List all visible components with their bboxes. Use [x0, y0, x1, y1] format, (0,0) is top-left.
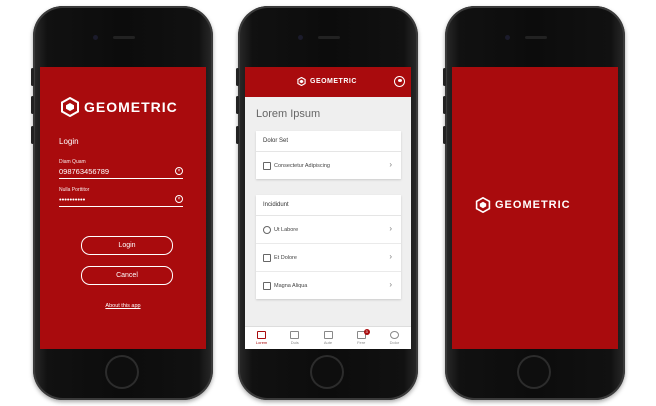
page-title: Lorem Ipsum [256, 108, 321, 120]
card-header: Dolor Set [256, 131, 401, 152]
tab-aute[interactable]: Aute [311, 327, 344, 349]
phone-home: GEOMETRIC Lorem Ipsum Dolor Set Consecte… [236, 6, 418, 400]
hexagon-logo-icon [475, 197, 491, 213]
cancel-button[interactable]: Cancel [81, 266, 173, 285]
brand-logo: GEOMETRIC [60, 97, 178, 117]
card-incididunt: Incididunt Ut Labore › Et Dolore › Magna… [256, 195, 401, 299]
home-button[interactable] [310, 355, 344, 389]
camera [505, 35, 510, 40]
chevron-right-icon: › [389, 280, 392, 289]
brand-name: GEOMETRIC [310, 78, 357, 85]
chevron-right-icon: › [389, 160, 392, 169]
username-field[interactable]: Diam Quam 098763456789 × [59, 159, 183, 179]
tab-label: Duis [290, 340, 299, 345]
username-label: Diam Quam [59, 159, 86, 165]
about-link[interactable]: About this app [40, 303, 206, 309]
camera [93, 35, 98, 40]
login-screen: GEOMETRIC Login Diam Quam 098763456789 ×… [40, 67, 206, 349]
list-item[interactable]: Et Dolore › [256, 244, 401, 272]
tab-duis[interactable]: Duis [278, 327, 311, 349]
top-bar: GEOMETRIC [245, 67, 411, 97]
tab-fere[interactable]: 3 Fere [345, 327, 378, 349]
phone-login: GEOMETRIC Login Diam Quam 098763456789 ×… [31, 6, 213, 400]
password-label: Nulla Porttitor [59, 187, 90, 193]
card-header: Incididunt [256, 195, 401, 216]
home-screen: GEOMETRIC Lorem Ipsum Dolor Set Consecte… [245, 67, 411, 349]
home-button[interactable] [517, 355, 551, 389]
chevron-right-icon: › [389, 224, 392, 233]
notification-badge: 3 [363, 329, 370, 335]
list-item[interactable]: Magna Aliqua › [256, 272, 401, 299]
list-item-label: Ut Labore [274, 227, 299, 233]
chevron-right-icon: › [389, 252, 392, 261]
tab-dolor[interactable]: Dolor [378, 327, 411, 349]
list-item[interactable]: Ut Labore › [256, 216, 401, 244]
id-card-icon [263, 254, 271, 262]
hexagon-logo-icon [61, 97, 79, 117]
camera [298, 35, 303, 40]
list-item-label: Et Dolore [274, 255, 297, 261]
list-item-label: Consectetur Adipiscing [274, 163, 330, 169]
brand-logo: GEOMETRIC [297, 77, 357, 86]
username-value[interactable]: 098763456789 [59, 167, 183, 178]
speaker [113, 36, 135, 39]
brand-name: GEOMETRIC [84, 99, 178, 115]
tab-lorem[interactable]: Lorem [245, 327, 278, 349]
clear-icon[interactable]: × [175, 167, 183, 175]
tab-bar: Lorem Duis Aute 3 Fere Dolor [245, 326, 411, 349]
brand-name: GEOMETRIC [495, 199, 571, 211]
document-icon [263, 282, 271, 290]
tab-label: Fere [357, 340, 366, 345]
list-item[interactable]: Consectetur Adipiscing › [256, 152, 401, 179]
tab-label: Dolor [389, 340, 400, 345]
login-title: Login [59, 137, 79, 146]
login-button[interactable]: Login [81, 236, 173, 255]
home-button[interactable] [105, 355, 139, 389]
layers-icon [263, 162, 271, 170]
card-dolor-set: Dolor Set Consectetur Adipiscing › [256, 131, 401, 179]
location-icon [263, 226, 271, 234]
speaker [318, 36, 340, 39]
splash-screen: GEOMETRIC [452, 67, 618, 349]
tab-label: Aute [323, 340, 333, 345]
password-value[interactable]: •••••••••• [59, 195, 183, 206]
cube-icon [290, 331, 300, 339]
user-icon[interactable] [394, 76, 405, 87]
clear-icon[interactable]: × [175, 195, 183, 203]
tab-label: Lorem [255, 340, 268, 345]
monitor-icon [323, 331, 333, 339]
gear-icon [389, 331, 399, 339]
brand-logo: GEOMETRIC [475, 197, 571, 213]
speaker [525, 36, 547, 39]
phone-splash: GEOMETRIC [443, 6, 625, 400]
hexagon-logo-icon [297, 77, 306, 86]
password-field[interactable]: Nulla Porttitor •••••••••• × [59, 187, 183, 207]
home-icon [257, 331, 267, 339]
list-item-label: Magna Aliqua [274, 283, 308, 289]
